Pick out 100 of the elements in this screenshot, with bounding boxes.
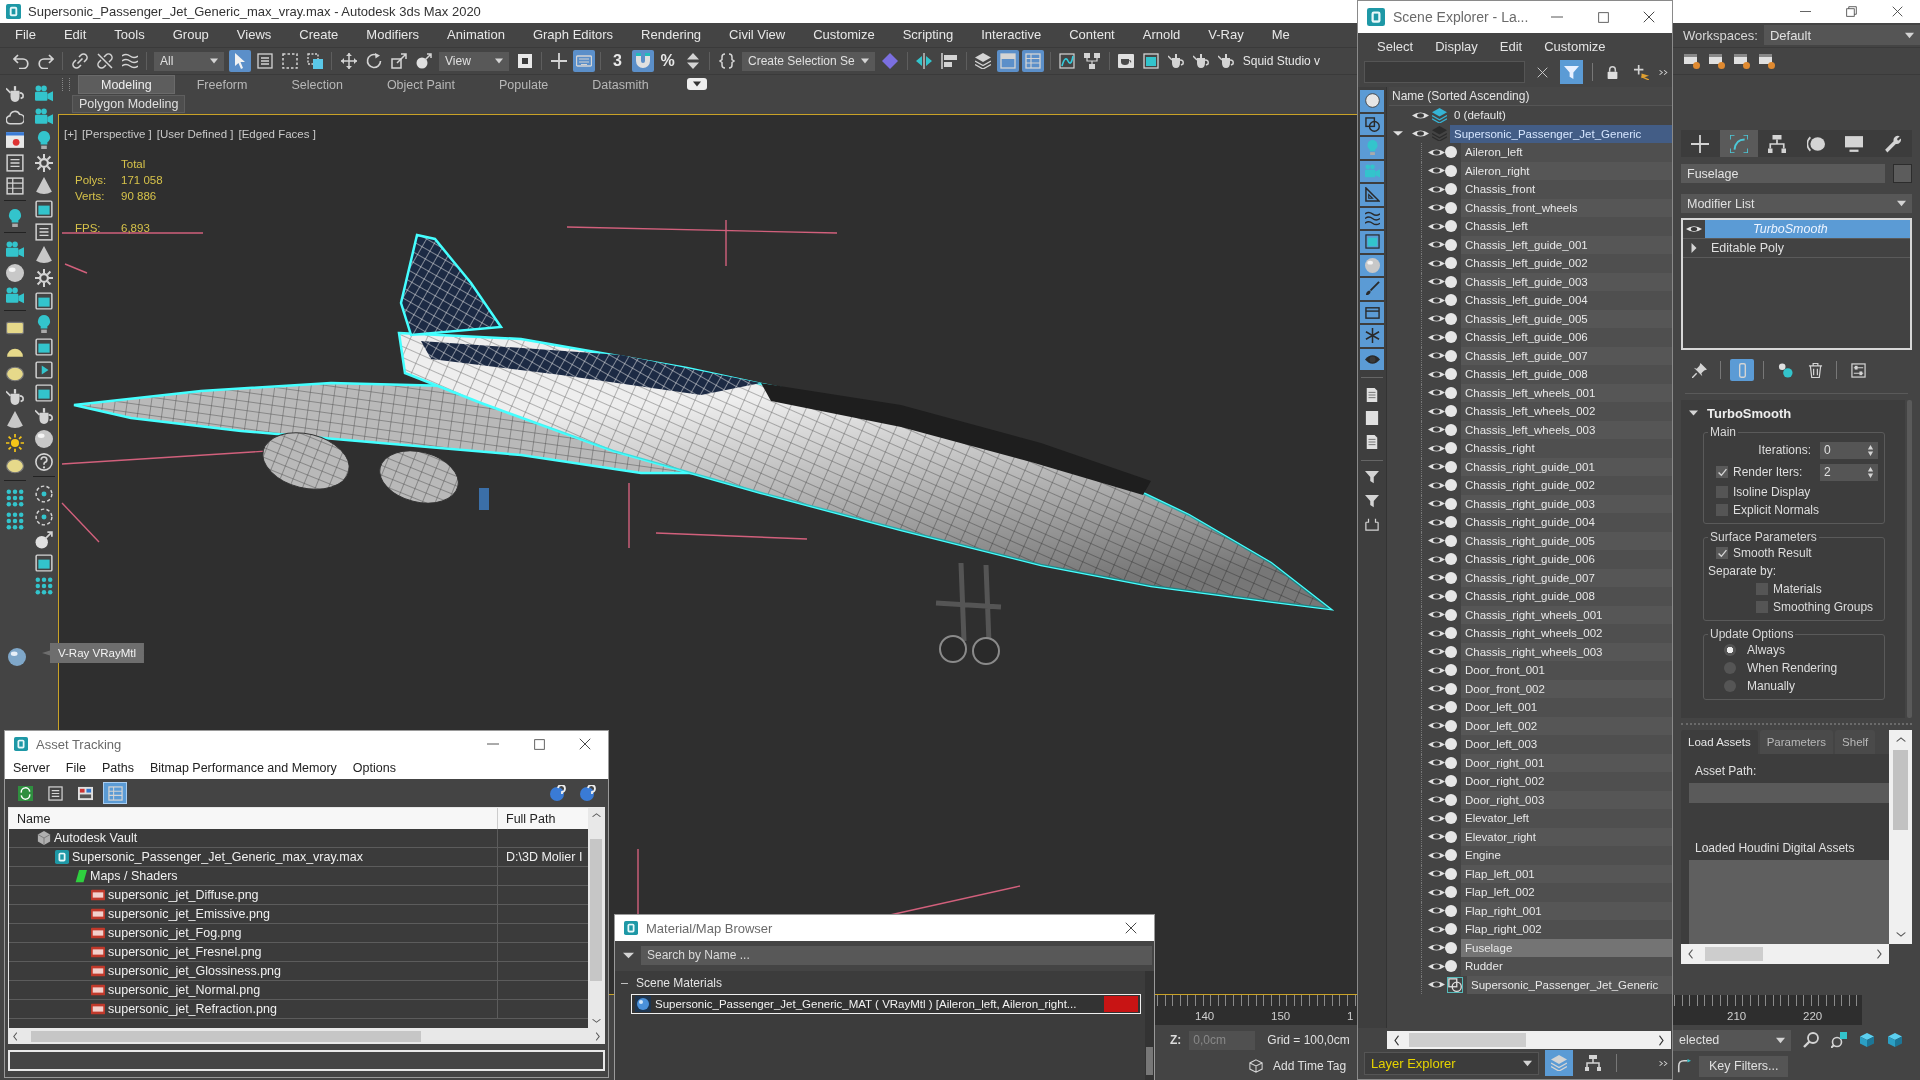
snap-toggle-button[interactable]: %	[656, 50, 679, 72]
object-name[interactable]: Engine	[1461, 846, 1672, 865]
checkbox[interactable]	[1716, 486, 1728, 498]
scroll-thumb[interactable]	[1409, 1033, 1526, 1047]
eye-icon[interactable]	[1428, 516, 1445, 528]
question-icon[interactable]	[35, 453, 53, 471]
column-header[interactable]: Name	[9, 808, 498, 829]
chevrons-icon[interactable]	[1659, 68, 1669, 76]
cone-icon[interactable]	[35, 177, 53, 195]
window-icon[interactable]	[35, 338, 53, 356]
crosshair-icon[interactable]	[35, 508, 53, 526]
dot-icon[interactable]	[1445, 386, 1457, 399]
dot-icon[interactable]	[1445, 146, 1457, 159]
horizontal-scrollbar[interactable]	[8, 1029, 605, 1044]
eye-icon[interactable]	[1428, 683, 1445, 695]
dot-icon[interactable]	[1445, 756, 1457, 769]
asset-name[interactable]: supersonic_jet_Glossiness.png	[108, 964, 282, 978]
scroll-thumb[interactable]	[1893, 750, 1908, 830]
eye-icon[interactable]	[1428, 960, 1445, 972]
filter-toggle-button[interactable]	[1360, 184, 1384, 206]
list-icon[interactable]	[6, 154, 24, 172]
panel-tab[interactable]: Shelf	[1835, 730, 1876, 754]
modifier-list-dropdown[interactable]: Modifier List	[1681, 194, 1912, 213]
viewport-menu-label[interactable]: [+]	[64, 128, 78, 140]
object-name[interactable]: Chassis_right_guide_006	[1461, 550, 1672, 569]
crosshair-icon[interactable]	[35, 485, 53, 503]
sphere-icon[interactable]	[35, 430, 53, 448]
eye-icon[interactable]	[1428, 479, 1445, 491]
object-name[interactable]: Chassis_right_guide_004	[1461, 513, 1672, 532]
menu-item[interactable]: Edit	[1488, 38, 1534, 54]
filter-toggle-button[interactable]	[1360, 231, 1384, 253]
checkbox[interactable]	[1756, 601, 1768, 613]
eye-icon[interactable]	[1428, 627, 1445, 639]
eye-icon[interactable]	[1428, 979, 1445, 991]
sphere-icon[interactable]	[6, 264, 24, 282]
menu-item[interactable]: Create	[285, 23, 353, 47]
table-icon[interactable]	[6, 177, 24, 195]
dot-icon[interactable]	[1445, 867, 1457, 880]
explorer-dropdown[interactable]: Layer Explorer	[1364, 1051, 1539, 1075]
add-time-tag-link[interactable]: Add Time Tag	[1273, 1059, 1347, 1073]
workspaces-dropdown[interactable]: Default	[1763, 25, 1920, 45]
selection-filter-dropdown[interactable]: elected	[1673, 1029, 1791, 1051]
layer-name[interactable]: Supersonic_Passenger_Jet_Generic	[1450, 124, 1672, 143]
chevron-up-icon[interactable]	[591, 812, 601, 819]
eye-icon[interactable]	[1428, 812, 1445, 824]
dot-icon[interactable]	[1445, 220, 1457, 233]
menu-item[interactable]: Me	[1257, 23, 1304, 47]
menu-item[interactable]: Modifiers	[352, 23, 434, 47]
dot-icon[interactable]	[1445, 238, 1457, 251]
eye-icon[interactable]	[1428, 313, 1445, 325]
object-name[interactable]: Flap_right_002	[1461, 920, 1672, 939]
two-shapes-icon[interactable]	[1447, 976, 1463, 993]
cube-icon[interactable]	[1887, 1032, 1903, 1048]
chevron-down-icon[interactable]	[1895, 930, 1906, 938]
dot-icon[interactable]	[1445, 627, 1457, 640]
eye-icon[interactable]	[1428, 165, 1445, 177]
ribbon-tab[interactable]: Datasmith	[570, 75, 671, 94]
asset-name[interactable]: Supersonic_Passenger_Jet_Generic_max_vray.max	[72, 850, 363, 864]
teapot-icon[interactable]	[35, 407, 53, 425]
dot-icon[interactable]	[1445, 941, 1457, 954]
filter-toggle-button[interactable]	[1360, 207, 1384, 229]
menu-item[interactable]: Bitmap Performance and Memory	[141, 761, 345, 775]
cube-outline-icon[interactable]	[1249, 1059, 1263, 1073]
eye-icon[interactable]	[1428, 738, 1445, 750]
stacked-layers-icon[interactable]	[1432, 107, 1447, 123]
search-field[interactable]: Search by Name ...	[641, 945, 1152, 965]
menu-item[interactable]: Tools	[100, 23, 159, 47]
zoom-region-icon[interactable]	[1831, 1032, 1847, 1048]
disc-icon[interactable]	[6, 365, 24, 383]
object-name[interactable]: Chassis_left	[1461, 217, 1672, 236]
chevron-left-icon[interactable]	[1687, 949, 1695, 959]
filter-toggle-button[interactable]	[1360, 160, 1384, 182]
checkbox[interactable]	[1716, 466, 1728, 478]
dot-icon[interactable]	[1445, 516, 1457, 529]
camera-icon[interactable]	[6, 287, 24, 305]
dot-icon[interactable]	[1445, 534, 1457, 547]
menu-item[interactable]: Views	[222, 23, 286, 47]
ribbon-options-button[interactable]	[686, 78, 707, 90]
teapot-icon[interactable]	[6, 388, 24, 406]
eye-icon[interactable]	[1428, 424, 1445, 436]
object-name[interactable]: Door_left_001	[1461, 698, 1672, 717]
checkbox[interactable]	[1716, 504, 1728, 516]
cone-icon[interactable]	[6, 411, 24, 429]
eye-icon[interactable]	[1428, 239, 1445, 251]
filter-toggle-button[interactable]	[1360, 254, 1384, 276]
menu-item[interactable]: Content	[1055, 23, 1129, 47]
window-icon[interactable]	[35, 200, 53, 218]
color-swatch[interactable]	[1893, 164, 1912, 183]
menu-item[interactable]: Paths	[94, 761, 142, 775]
time-ruler[interactable]: 140 150 1	[1155, 995, 1357, 1025]
viewport-menu-label[interactable]: [User Defined ]	[156, 128, 234, 140]
eye-icon[interactable]	[1428, 220, 1445, 232]
teapot-icon[interactable]	[6, 85, 24, 103]
dot-icon[interactable]	[1445, 183, 1457, 196]
horizontal-scrollbar[interactable]	[1387, 1031, 1671, 1049]
eye-icon[interactable]	[1428, 498, 1445, 510]
toolbar-dropdown[interactable]: All	[154, 51, 224, 71]
eye-icon[interactable]	[1428, 664, 1445, 676]
dot-icon[interactable]	[1445, 960, 1457, 973]
dot-icon[interactable]	[1445, 479, 1457, 492]
